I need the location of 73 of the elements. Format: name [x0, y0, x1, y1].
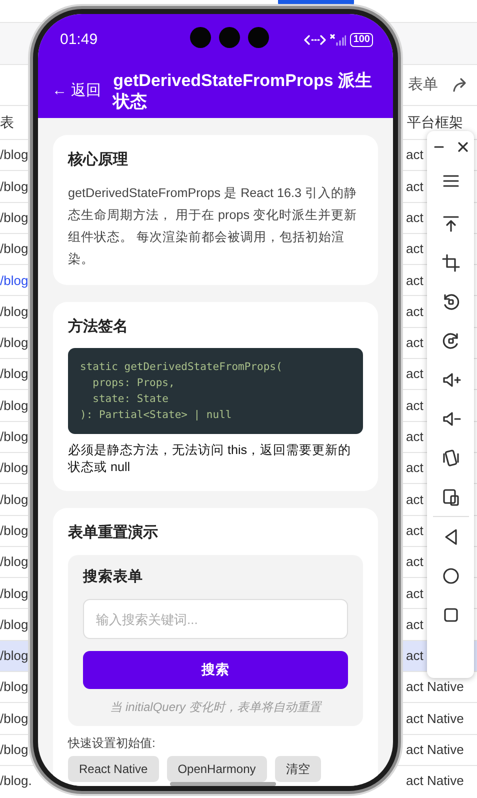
search-field[interactable]: 输入搜索关键词...	[83, 599, 348, 640]
move-to-top-icon[interactable]	[440, 214, 460, 234]
table-cell-text: act	[406, 334, 424, 352]
signal-icon	[330, 34, 346, 46]
rotate-right-icon[interactable]	[440, 330, 460, 350]
link[interactable]: /blog	[0, 272, 28, 288]
presets-label: 快速设置初始值:	[68, 735, 156, 752]
table-cell-text: act Native	[406, 678, 464, 696]
section-title: 方法签名	[68, 316, 129, 336]
table-cell-text: act	[406, 272, 424, 290]
table-cell-text: act	[406, 490, 424, 509]
multi-device-icon[interactable]	[440, 486, 460, 506]
close-icon[interactable]	[456, 141, 468, 153]
table-cell-text: act	[406, 428, 424, 446]
table-cell: /blog	[0, 429, 28, 444]
table-cell: /blog	[0, 616, 28, 632]
note-text: 必须是静态方法，无法访问 this，返回需要更新的状态或 null	[68, 442, 352, 476]
share-icon[interactable]	[452, 77, 468, 93]
crop-icon[interactable]	[440, 252, 460, 272]
section-title: 核心原理	[68, 150, 129, 170]
table-cell: /blog	[0, 241, 28, 256]
table-cell: /blog	[0, 335, 28, 350]
home-icon[interactable]	[440, 566, 460, 586]
table-cell: /blog	[0, 522, 28, 538]
table-cell-text: act Native	[406, 772, 464, 790]
table-cell: /blog	[0, 648, 28, 664]
column-header: 平台框架	[407, 113, 463, 132]
table-cell-text: act	[406, 302, 424, 321]
form-title: 搜索表单	[83, 568, 144, 586]
table-cell: /blog	[0, 210, 28, 225]
battery-level: 100	[350, 33, 373, 47]
table-cell: /blog	[0, 366, 28, 382]
table-cell-text: act	[406, 584, 424, 603]
back-button[interactable]: ← 返回	[52, 80, 102, 102]
preset-button[interactable]: React Native	[68, 756, 159, 782]
table-cell: /blog	[0, 398, 28, 413]
data-transfer-icon	[304, 34, 326, 46]
table-cell-text: act	[406, 365, 424, 384]
section-title: 表单重置演示	[68, 523, 159, 543]
table-cell: /blog	[0, 460, 28, 476]
page-title: getDerivedStateFromProps 派生状态	[113, 70, 374, 112]
description: getDerivedStateFromProps 是 React 16.3 引入的静态生命周期方法， 用于在 props 变化时派生并更新组件状态。 每次渲染前都会被调用，包括初始渲染。	[68, 184, 358, 268]
table-cell-text: act	[406, 396, 424, 415]
table-cell: /blog	[0, 554, 28, 570]
column-header: 表	[0, 114, 14, 130]
table-cell-text: act	[406, 240, 424, 258]
table-cell: /blog	[0, 710, 28, 726]
preset-button[interactable]: OpenHarmony	[166, 756, 267, 782]
search-button[interactable]: 搜索	[83, 651, 348, 690]
table-cell: /blog	[0, 147, 28, 162]
hint-text: 当 initialQuery 变化时，表单将自动重置	[109, 699, 323, 716]
table-cell-text: act	[406, 647, 424, 666]
table-cell: /blog	[0, 492, 28, 507]
shake-phone-icon[interactable]	[440, 448, 460, 468]
table-cell-text: act	[406, 459, 424, 478]
table-cell-text: act Native	[406, 741, 464, 760]
table-cell-text: act	[406, 208, 424, 227]
table-cell: /blog	[0, 586, 28, 601]
table-cell: /blog	[0, 742, 28, 758]
status-time: 01:49	[60, 30, 98, 50]
code-block: static getDerivedStateFromProps( props: Props, state: State ): Partial<State> | null	[68, 348, 363, 434]
toolbar-label[interactable]: 表单	[408, 74, 438, 96]
preset-button[interactable]: 清空	[274, 756, 321, 782]
table-cell: /blog	[0, 679, 28, 694]
table-cell: /blog.	[0, 773, 32, 788]
table-cell: /blog	[0, 304, 28, 319]
table-cell-text: act	[406, 553, 424, 572]
table-cell-text: act	[406, 146, 424, 164]
table-cell-text: act	[406, 616, 424, 634]
table-cell-text: act	[406, 522, 424, 540]
table-cell-text: act	[406, 178, 424, 196]
table-cell-text: act Native	[406, 710, 464, 728]
table-cell: /blog	[0, 178, 28, 194]
